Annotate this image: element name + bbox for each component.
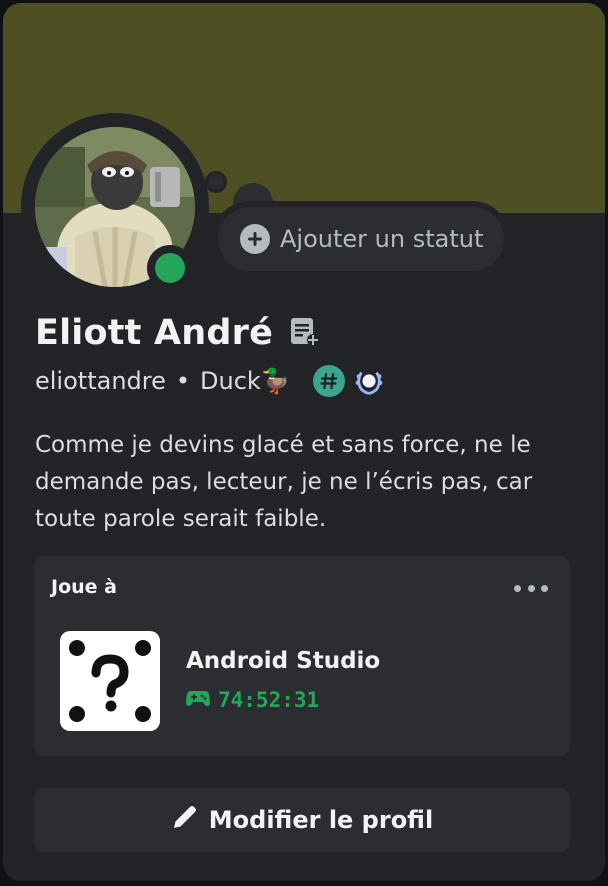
gamepad-icon	[186, 689, 210, 711]
plus-circle-icon	[240, 224, 270, 254]
elapsed-row: 74:52:31	[186, 688, 319, 712]
name-row: Eliott André	[35, 313, 320, 353]
username-row: eliottandre • Duck🦆	[35, 363, 385, 399]
separator-dot: •	[175, 367, 191, 395]
pencil-icon	[171, 803, 199, 837]
laurel-badge-icon[interactable]	[353, 365, 385, 397]
game-name: Android Studio	[186, 648, 381, 674]
unknown-game-icon	[60, 631, 160, 731]
bio-text: Comme je devins glacé et sans force, ne …	[35, 432, 533, 532]
display-name: Eliott André	[35, 313, 274, 353]
pronoun-tag: Duck🦆	[200, 367, 291, 395]
elapsed-time: 74:52:31	[218, 688, 320, 712]
note-add-icon[interactable]	[289, 316, 320, 350]
add-status-button[interactable]: Ajouter un statut	[212, 201, 510, 277]
edit-profile-button[interactable]: Modifier le profil	[34, 788, 570, 852]
edit-profile-label: Modifier le profil	[208, 806, 434, 834]
activity-card: Joue à Android Studio 74:52:31	[34, 556, 570, 756]
hashtag-badge-icon[interactable]	[312, 365, 345, 397]
add-status-label: Ajouter un statut	[280, 225, 484, 253]
more-dots-icon[interactable]	[514, 576, 548, 600]
status-bubble-small	[205, 171, 227, 193]
activity-header: Joue à	[51, 576, 117, 598]
profile-card: Ajouter un statut Eliott André eliottand…	[3, 3, 605, 881]
username: eliottandre	[35, 367, 166, 395]
online-status-indicator	[155, 253, 185, 283]
